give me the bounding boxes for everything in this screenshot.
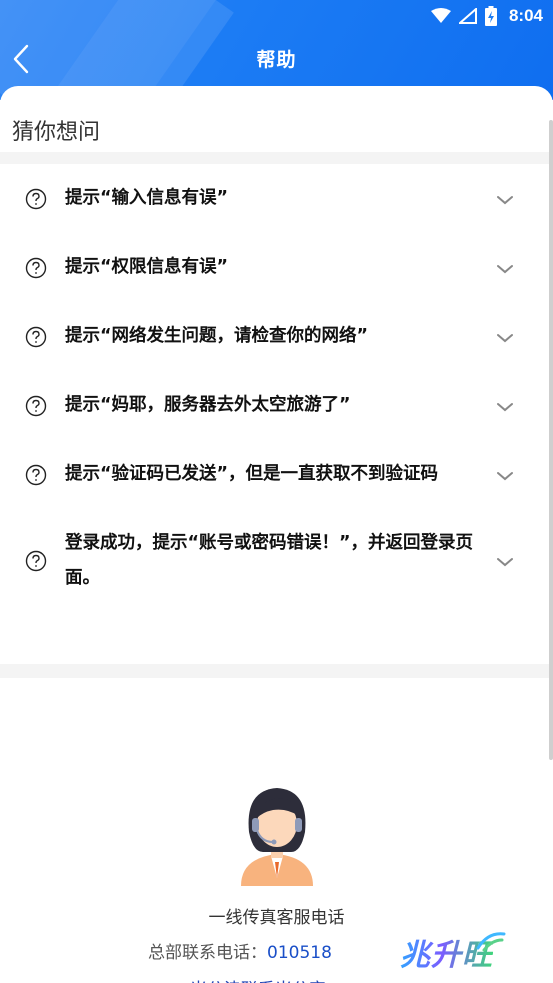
- scrollbar[interactable]: [549, 120, 553, 760]
- question-circle-icon: [25, 188, 47, 210]
- section-title: 猜你想问: [12, 120, 101, 145]
- faq-question: 提示“网络发生问题，请检查你的网络”: [65, 326, 369, 346]
- customer-service-agent-icon: [241, 788, 313, 886]
- question-circle-icon: [25, 326, 47, 348]
- hq-phone-row: 总部联系电话：010518: [148, 938, 332, 963]
- question-circle-icon: [25, 395, 47, 417]
- title-bar: 帮助: [0, 32, 553, 86]
- hq-phone-label: 总部联系电话：: [148, 943, 267, 963]
- faq-item[interactable]: 提示“权限信息有误”: [0, 233, 553, 302]
- chevron-down-icon: [497, 558, 513, 567]
- question-circle-icon: [25, 550, 47, 572]
- content-panel: 猜你想问 提示“输入信息有误” 提示“权限信息有误” 提示“网络发生问题，请检查…: [0, 86, 553, 983]
- question-circle-icon: [25, 257, 47, 279]
- chevron-down-icon: [497, 196, 513, 205]
- faq-item[interactable]: 提示“验证码已发送”，但是一直获取不到验证码: [0, 440, 553, 509]
- chevron-down-icon: [497, 265, 513, 274]
- page-title: 帮助: [256, 49, 297, 71]
- help-screen: 8:04 帮助 猜你想问 提示“输入信息有误” 提示“权限信息有误” 提示“网络…: [0, 0, 553, 983]
- status-bar: 8:04: [0, 0, 553, 32]
- faq-item[interactable]: 提示“网络发生问题，请检查你的网络”: [0, 302, 553, 371]
- wifi-icon: [430, 8, 451, 24]
- faq-question: 登录成功，提示“账号或密码错误！”，并返回登录页面。: [65, 533, 474, 588]
- signal-arc-icon: [476, 932, 506, 952]
- hotline-label: 一线传真客服电话: [208, 908, 345, 928]
- branch-contact-text: 米公津联系米公字: [190, 975, 326, 983]
- signal-icon: [458, 8, 477, 24]
- faq-item[interactable]: 提示“妈耶，服务器去外太空旅游了”: [0, 371, 553, 440]
- faq-question: 提示“输入信息有误”: [65, 188, 229, 208]
- faq-item[interactable]: 提示“输入信息有误”: [0, 164, 553, 233]
- chevron-down-icon: [497, 403, 513, 412]
- faq-item[interactable]: 登录成功，提示“账号或密码错误！”，并返回登录页面。: [0, 509, 553, 613]
- faq-list: 提示“输入信息有误” 提示“权限信息有误” 提示“网络发生问题，请检查你的网络”…: [0, 164, 553, 613]
- battery-charging-icon: [484, 6, 497, 26]
- question-circle-icon: [25, 464, 47, 486]
- chevron-down-icon: [497, 472, 513, 481]
- chevron-down-icon: [497, 334, 513, 343]
- faq-question: 提示“验证码已发送”，但是一直获取不到验证码: [65, 464, 439, 484]
- section-divider: [0, 152, 553, 164]
- section-divider: [0, 664, 553, 678]
- faq-question: 提示“权限信息有误”: [65, 257, 229, 277]
- status-time: 8:04: [508, 6, 543, 25]
- faq-question: 提示“妈耶，服务器去外太空旅游了”: [65, 395, 351, 415]
- hq-phone-number[interactable]: 010518: [267, 943, 332, 963]
